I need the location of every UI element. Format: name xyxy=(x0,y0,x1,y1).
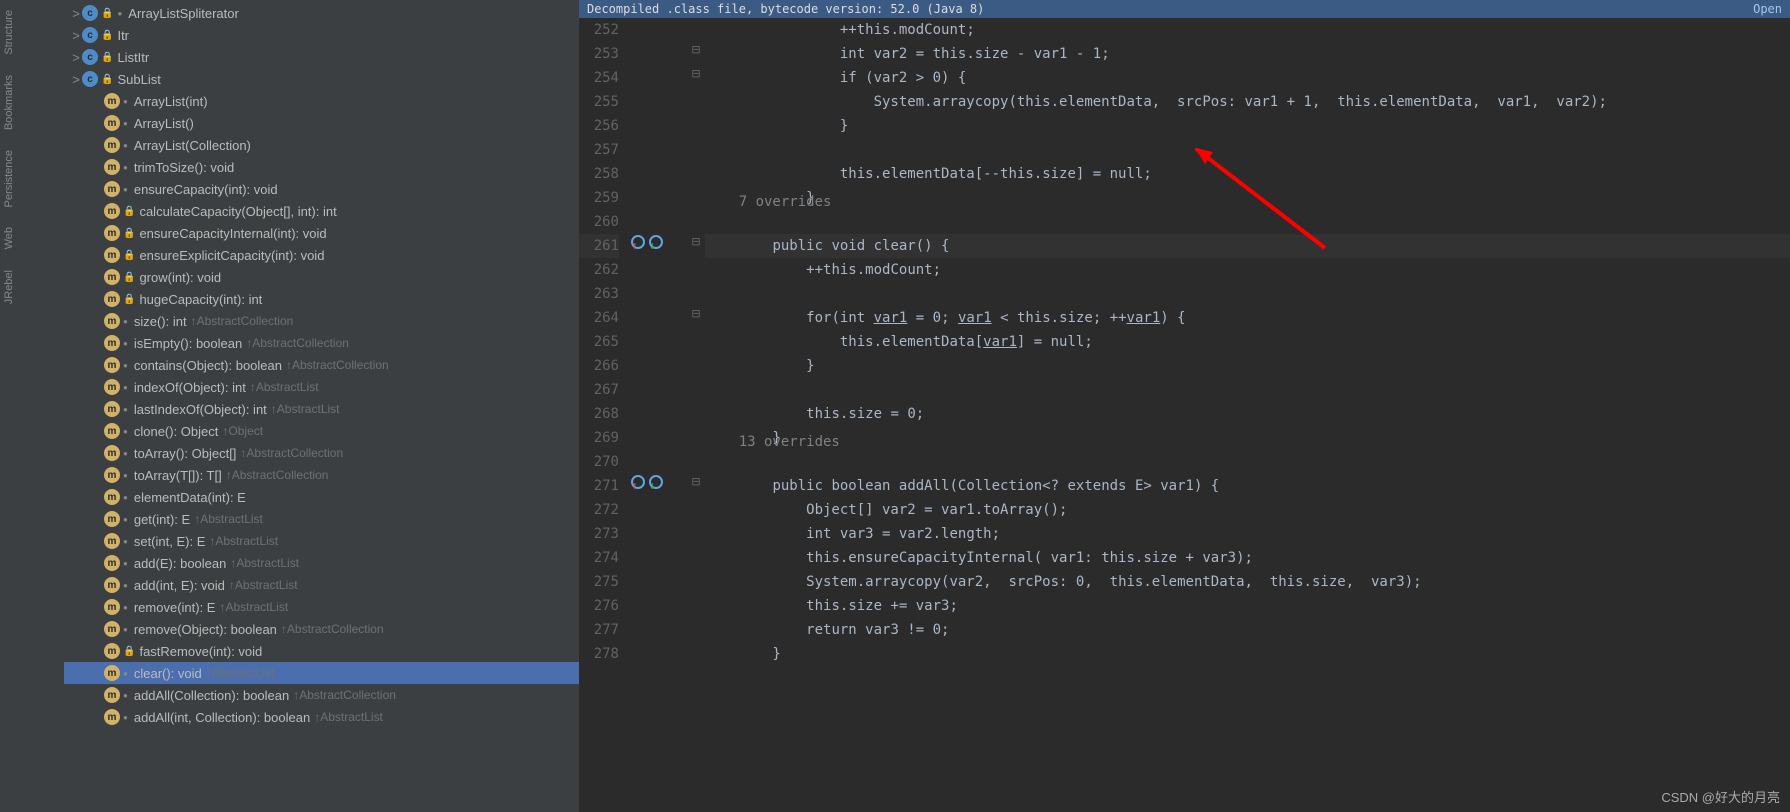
tree-grow[interactable]: m🔒grow(int): void xyxy=(64,266,579,288)
toolstrip-structure[interactable]: Structure xyxy=(0,0,18,65)
method-icon: m xyxy=(104,555,120,571)
tree-indexof[interactable]: m●indexOf(Object): int↑AbstractList xyxy=(64,376,579,398)
method-icon: m xyxy=(104,401,120,417)
lock-icon: 🔒 xyxy=(123,250,135,261)
lock-icon: 🔒 xyxy=(101,74,113,85)
open-link[interactable]: Open xyxy=(1753,2,1782,16)
tree-add[interactable]: m●add(E): boolean↑AbstractList xyxy=(64,552,579,574)
override-down-icon[interactable] xyxy=(649,235,663,249)
method-icon: m xyxy=(104,247,120,263)
tree-hugecapacity[interactable]: m🔒hugeCapacity(int): int xyxy=(64,288,579,310)
lock-icon: 🔒 xyxy=(123,206,135,217)
tree-toarray[interactable]: m●toArray(T[]): T[]↑AbstractCollection xyxy=(64,464,579,486)
line-gutter: 2522532542552562572582592602612622632642… xyxy=(579,18,627,812)
method-icon: m xyxy=(104,181,120,197)
method-icon: m xyxy=(104,313,120,329)
tree-calculatecapacity[interactable]: m🔒calculateCapacity(Object[], int): int xyxy=(64,200,579,222)
method-icon: m xyxy=(104,511,120,527)
method-icon: m xyxy=(104,687,120,703)
tree-trimtosize[interactable]: m●trimToSize(): void xyxy=(64,156,579,178)
method-icon: m xyxy=(104,489,120,505)
tree-get[interactable]: m●get(int): E↑AbstractList xyxy=(64,508,579,530)
code-lines[interactable]: ++this.modCount; int var2 = this.size - … xyxy=(705,18,1790,812)
method-icon: m xyxy=(104,533,120,549)
lock-icon: 🔒 xyxy=(123,646,135,657)
method-icon: m xyxy=(104,291,120,307)
toolstrip-jrebel[interactable]: JRebel xyxy=(0,260,18,314)
method-icon: m xyxy=(104,643,120,659)
tree-itr[interactable]: >c🔒Itr xyxy=(64,24,579,46)
left-toolstrip: StructureBookmarksPersistenceWebJRebel xyxy=(0,0,24,812)
tree-remove[interactable]: m●remove(Object): boolean↑AbstractCollec… xyxy=(64,618,579,640)
tree-listitr[interactable]: >c🔒ListItr xyxy=(64,46,579,68)
tree-lastindexof[interactable]: m●lastIndexOf(Object): int↑AbstractList xyxy=(64,398,579,420)
tree-elementdata[interactable]: m●elementData(int): E xyxy=(64,486,579,508)
toolstrip-persistence[interactable]: Persistence xyxy=(0,140,18,217)
method-icon: m xyxy=(104,379,120,395)
tree-sublist[interactable]: >c🔒SubList xyxy=(64,68,579,90)
tree-addall[interactable]: m●addAll(int, Collection): boolean↑Abstr… xyxy=(64,706,579,728)
override-markers xyxy=(627,18,687,812)
override-up-icon[interactable] xyxy=(631,475,645,489)
fold-column: ⊟⊟⊟⊟⊟ xyxy=(687,18,705,812)
tree-clear[interactable]: m●clear(): void↑AbstractList xyxy=(64,662,579,684)
lock-icon: 🔒 xyxy=(123,228,135,239)
tree-fastremove[interactable]: m🔒fastRemove(int): void xyxy=(64,640,579,662)
tree-ensurecapacityinternal[interactable]: m🔒ensureCapacityInternal(int): void xyxy=(64,222,579,244)
method-icon: m xyxy=(104,665,120,681)
method-icon: m xyxy=(104,599,120,615)
banner-text: Decompiled .class file, bytecode version… xyxy=(587,2,984,16)
lock-icon: 🔒 xyxy=(101,30,113,41)
override-down-icon[interactable] xyxy=(649,475,663,489)
method-icon: m xyxy=(104,93,120,109)
method-icon: m xyxy=(104,159,120,175)
method-icon: m xyxy=(104,269,120,285)
tree-arraylist[interactable]: m●ArrayList(int) xyxy=(64,90,579,112)
watermark: CSDN @好大的月亮 xyxy=(1661,787,1780,806)
tree-ensurecapacity[interactable]: m●ensureCapacity(int): void xyxy=(64,178,579,200)
code-editor: Decompiled .class file, bytecode version… xyxy=(579,0,1790,812)
method-icon: m xyxy=(104,423,120,439)
tree-arraylist[interactable]: m●ArrayList() xyxy=(64,112,579,134)
method-icon: m xyxy=(104,577,120,593)
structure-panel: >c🔒●ArrayListSpliterator>c🔒Itr>c🔒ListItr… xyxy=(24,0,579,812)
method-icon: m xyxy=(104,137,120,153)
lock-icon: 🔒 xyxy=(123,272,135,283)
tree-remove[interactable]: m●remove(int): E↑AbstractList xyxy=(64,596,579,618)
method-icon: m xyxy=(104,335,120,351)
tree-add[interactable]: m●add(int, E): void↑AbstractList xyxy=(64,574,579,596)
method-icon: m xyxy=(104,445,120,461)
method-icon: m xyxy=(104,203,120,219)
override-up-icon[interactable] xyxy=(631,235,645,249)
tree-clone[interactable]: m●clone(): Object↑Object xyxy=(64,420,579,442)
tree-arraylistspliterator[interactable]: >c🔒●ArrayListSpliterator xyxy=(64,2,579,24)
toolstrip-bookmarks[interactable]: Bookmarks xyxy=(0,65,18,140)
tree-set[interactable]: m●set(int, E): E↑AbstractList xyxy=(64,530,579,552)
class-icon: c xyxy=(82,49,98,65)
lock-icon: 🔒 xyxy=(101,8,113,19)
tree-addall[interactable]: m●addAll(Collection): boolean↑AbstractCo… xyxy=(64,684,579,706)
tree-arraylist[interactable]: m●ArrayList(Collection) xyxy=(64,134,579,156)
class-icon: c xyxy=(82,5,98,21)
method-icon: m xyxy=(104,709,120,725)
tree-toarray[interactable]: m●toArray(): Object[]↑AbstractCollection xyxy=(64,442,579,464)
method-icon: m xyxy=(104,621,120,637)
method-icon: m xyxy=(104,225,120,241)
lock-icon: 🔒 xyxy=(123,294,135,305)
tree-size[interactable]: m●size(): int↑AbstractCollection xyxy=(64,310,579,332)
decompile-banner: Decompiled .class file, bytecode version… xyxy=(579,0,1790,18)
method-icon: m xyxy=(104,115,120,131)
method-icon: m xyxy=(104,357,120,373)
lock-icon: 🔒 xyxy=(101,52,113,63)
tree-ensureexplicitcapacity[interactable]: m🔒ensureExplicitCapacity(int): void xyxy=(64,244,579,266)
tree-contains[interactable]: m●contains(Object): boolean↑AbstractColl… xyxy=(64,354,579,376)
class-icon: c xyxy=(82,71,98,87)
tree-isempty[interactable]: m●isEmpty(): boolean↑AbstractCollection xyxy=(64,332,579,354)
class-icon: c xyxy=(82,27,98,43)
toolstrip-web[interactable]: Web xyxy=(0,217,18,259)
method-icon: m xyxy=(104,467,120,483)
